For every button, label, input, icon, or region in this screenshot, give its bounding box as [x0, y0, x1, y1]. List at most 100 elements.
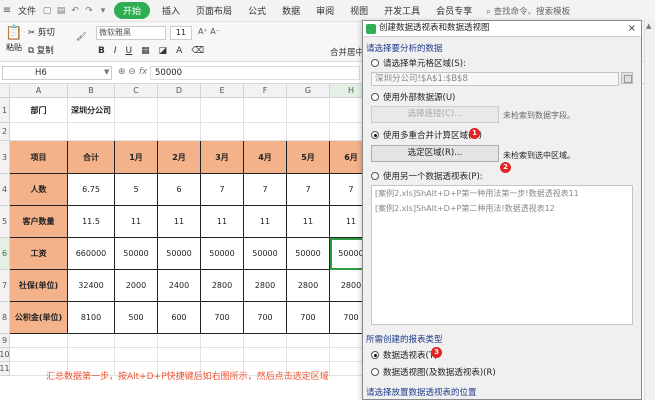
cell[interactable]: [330, 362, 362, 376]
cell[interactable]: [68, 334, 115, 348]
table-header-cell[interactable]: 合计: [68, 141, 115, 174]
menu-icon[interactable]: ≡: [0, 0, 14, 22]
format-painter-button[interactable]: 🖌: [76, 32, 87, 42]
cell[interactable]: [201, 334, 244, 348]
row-header-10[interactable]: 10: [0, 348, 10, 362]
tab-page-layout[interactable]: 页面布局: [188, 4, 240, 17]
row-label-cell[interactable]: 社保(单位): [10, 270, 68, 302]
cell[interactable]: [330, 334, 362, 348]
range-picker-button[interactable]: [621, 72, 633, 84]
table-cell[interactable]: 6: [158, 174, 201, 206]
cell[interactable]: [244, 348, 287, 362]
column-header-d[interactable]: D: [158, 84, 201, 98]
table-cell[interactable]: 2000: [115, 270, 158, 302]
cell[interactable]: [115, 348, 158, 362]
column-header-c[interactable]: C: [115, 84, 158, 98]
row-label-cell[interactable]: 工资: [10, 238, 68, 270]
cell[interactable]: [158, 123, 201, 141]
cell[interactable]: [244, 98, 287, 123]
cell[interactable]: [68, 348, 115, 362]
cell[interactable]: [10, 348, 68, 362]
department-label-cell[interactable]: 部门: [10, 98, 68, 123]
cell[interactable]: [201, 98, 244, 123]
table-cell[interactable]: 2800: [201, 270, 244, 302]
cell[interactable]: [287, 98, 330, 123]
eraser-icon[interactable]: ⌫: [191, 46, 204, 56]
column-header-e[interactable]: E: [201, 84, 244, 98]
table-header-cell[interactable]: 3月: [201, 141, 244, 174]
table-cell[interactable]: 11: [244, 206, 287, 238]
row-header-9[interactable]: 9: [0, 334, 10, 348]
table-cell[interactable]: 700: [201, 302, 244, 334]
chevron-down-icon[interactable]: ▼: [104, 68, 109, 76]
row-label-cell[interactable]: 公积金(单位): [10, 302, 68, 334]
fx-icon[interactable]: ⊕ ⊖ fx: [118, 67, 147, 77]
range-input[interactable]: 深圳分公司!$A$1:$B$8: [371, 72, 619, 86]
cell[interactable]: [115, 98, 158, 123]
cell[interactable]: [115, 123, 158, 141]
row-header-6[interactable]: 6: [0, 238, 10, 270]
tab-formulas[interactable]: 公式: [240, 4, 274, 17]
table-header-cell[interactable]: 5月: [287, 141, 330, 174]
fill-color-icon[interactable]: ◪: [159, 46, 168, 56]
row-label-cell[interactable]: 人数: [10, 174, 68, 206]
cell[interactable]: [287, 123, 330, 141]
redo-icon[interactable]: ↷: [82, 6, 96, 16]
underline-icon[interactable]: U: [126, 46, 133, 56]
formula-input[interactable]: 50000: [150, 66, 360, 80]
table-cell[interactable]: 50000: [115, 238, 158, 270]
column-header-g[interactable]: G: [287, 84, 330, 98]
table-cell[interactable]: 700: [287, 302, 330, 334]
chevron-down-icon[interactable]: ▾: [96, 6, 110, 16]
tab-developer[interactable]: 开发工具: [376, 4, 428, 17]
table-cell[interactable]: 7: [244, 174, 287, 206]
choose-connection-button[interactable]: 选择连接(C)...: [371, 106, 499, 123]
column-header-h[interactable]: H: [330, 84, 362, 98]
paste-button[interactable]: 📋 粘贴: [2, 24, 26, 60]
merge-center-button[interactable]: 合并居中: [330, 46, 364, 58]
tab-review[interactable]: 审阅: [308, 4, 342, 17]
cell[interactable]: [287, 348, 330, 362]
vertical-scrollbar[interactable]: ▲: [644, 20, 655, 400]
tab-view[interactable]: 视图: [342, 4, 376, 17]
tab-data[interactable]: 数据: [274, 4, 308, 17]
radio-pivot-table[interactable]: 数据透视表(T): [371, 349, 437, 361]
cell[interactable]: [68, 123, 115, 141]
table-cell[interactable]: 11: [115, 206, 158, 238]
font-family-select[interactable]: 微软雅黑: [96, 26, 166, 40]
row-header-8[interactable]: 8: [0, 302, 10, 334]
cell[interactable]: [158, 348, 201, 362]
undo-icon[interactable]: ↶: [68, 6, 82, 16]
select-all-corner[interactable]: [0, 84, 10, 98]
table-cell[interactable]: 7: [201, 174, 244, 206]
column-header-f[interactable]: F: [244, 84, 287, 98]
table-cell[interactable]: 11: [158, 206, 201, 238]
table-cell[interactable]: 50000: [330, 238, 362, 270]
table-cell[interactable]: 32400: [68, 270, 115, 302]
table-cell[interactable]: 5: [115, 174, 158, 206]
save-icon[interactable]: ▢: [40, 6, 54, 16]
row-header-3[interactable]: 3: [0, 141, 10, 174]
table-cell[interactable]: 500: [115, 302, 158, 334]
cell[interactable]: [330, 98, 362, 123]
table-cell[interactable]: 11: [201, 206, 244, 238]
department-value-cell[interactable]: 深圳分公司: [68, 98, 115, 123]
radio-pivot-chart[interactable]: 数据透视图(及数据透视表)(R): [371, 366, 496, 378]
scroll-up-icon[interactable]: ▲: [646, 22, 651, 30]
cell[interactable]: [201, 123, 244, 141]
row-header-1[interactable]: 1: [0, 98, 10, 123]
column-header-a[interactable]: A: [10, 84, 68, 98]
cut-button[interactable]: ✂ 剪切: [28, 26, 55, 38]
font-color-icon[interactable]: A: [176, 46, 182, 56]
command-search[interactable]: ⌕ 查找命令、搜索模板: [486, 5, 570, 17]
font-size-select[interactable]: 11: [170, 26, 192, 40]
cell[interactable]: [287, 334, 330, 348]
cell[interactable]: [330, 123, 362, 141]
column-header-b[interactable]: B: [68, 84, 115, 98]
table-cell[interactable]: 7: [330, 174, 362, 206]
worksheet-grid[interactable]: A B C D E F G H 1 2 3 4 5 6 7 8 9 10 11 部门 深圳分公司 项目 合计 1月 2月 3月 4月…: [0, 84, 362, 400]
table-cell[interactable]: 2400: [158, 270, 201, 302]
radio-external-source[interactable]: 使用外部数据源(U): [371, 91, 455, 103]
table-cell[interactable]: 50000: [287, 238, 330, 270]
table-header-cell[interactable]: 4月: [244, 141, 287, 174]
